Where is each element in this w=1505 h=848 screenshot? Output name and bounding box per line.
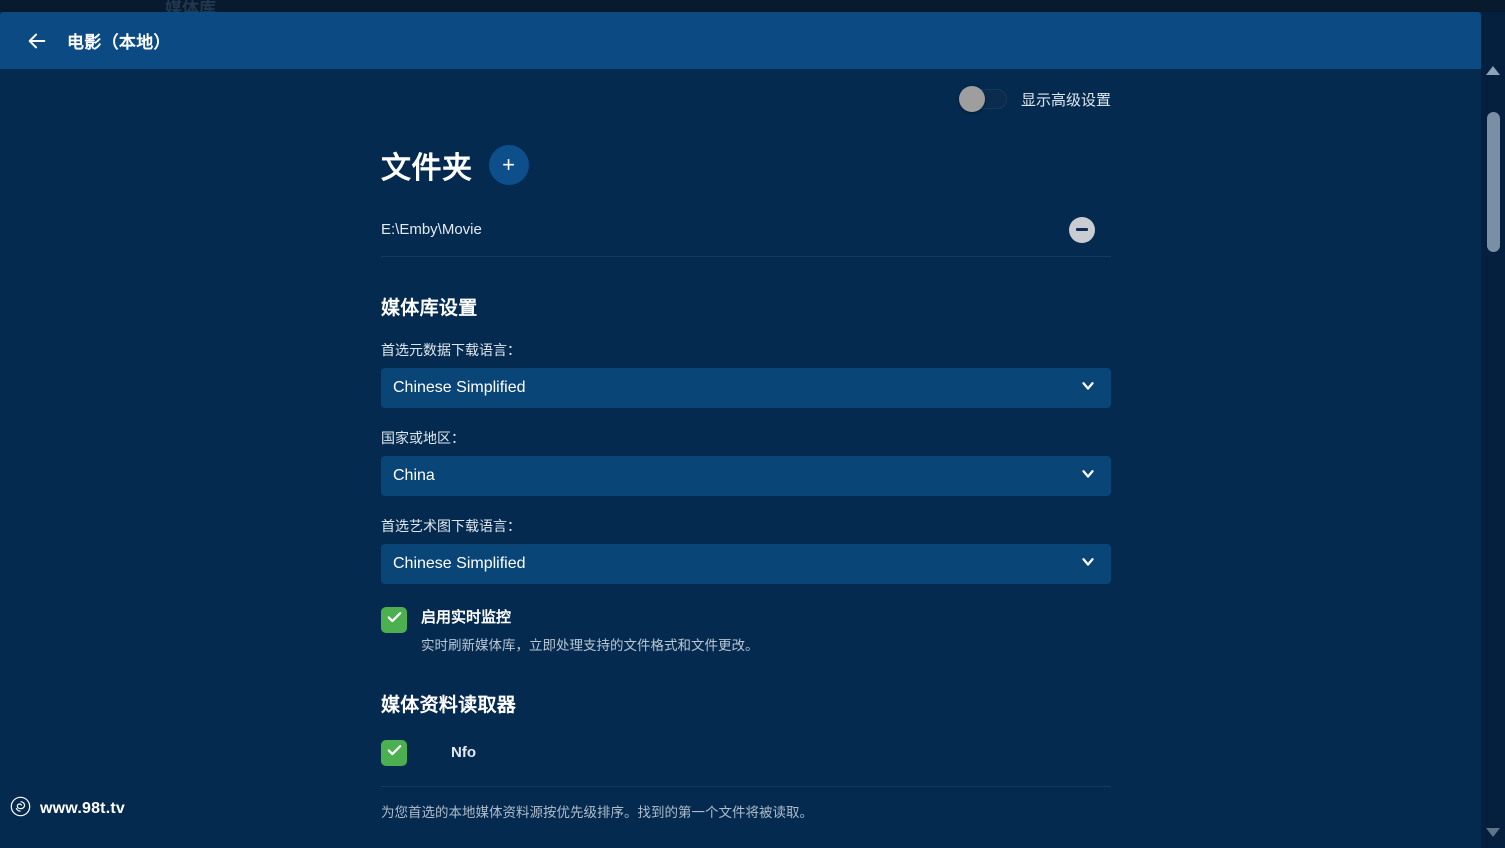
settings-content: 显示高级设置 文件夹 + E:\Emby\Movie 媒体库设置 首选元数据下载… bbox=[0, 69, 1481, 848]
select-value-artwork-language: Chinese Simplified bbox=[393, 555, 526, 572]
field-label-country: 国家或地区： bbox=[381, 430, 465, 446]
vertical-scrollbar[interactable] bbox=[1481, 12, 1505, 848]
field-artwork-language: 首选艺术图下载语言： Chinese Simplified bbox=[381, 516, 1111, 584]
chevron-down-icon bbox=[1079, 377, 1097, 400]
chevron-down-icon bbox=[1079, 553, 1097, 576]
check-icon bbox=[386, 609, 403, 631]
minus-icon bbox=[1076, 228, 1088, 231]
field-label-artwork-language: 首选艺术图下载语言： bbox=[381, 518, 521, 534]
advanced-settings-row: 显示高级设置 bbox=[381, 69, 1111, 117]
page-body: 显示高级设置 文件夹 + E:\Emby\Movie 媒体库设置 首选元数据下载… bbox=[0, 69, 1481, 848]
arrow-left-icon bbox=[26, 30, 48, 52]
select-artwork-language[interactable]: Chinese Simplified bbox=[381, 544, 1111, 584]
scrollbar-thumb[interactable] bbox=[1487, 112, 1500, 252]
show-advanced-toggle[interactable] bbox=[958, 86, 1007, 112]
metadata-readers-helper: 为您首选的本地媒体资料源按优先级排序。找到的第一个文件将被读取。 bbox=[381, 805, 813, 820]
app-window: 媒体库 电影（本地） 显示高级设置 文件夹 + E:\Emby\Movie 媒体… bbox=[0, 0, 1505, 848]
field-country: 国家或地区： China bbox=[381, 428, 1111, 496]
folder-path: E:\Emby\Movie bbox=[381, 221, 482, 238]
nfo-checkbox[interactable] bbox=[381, 740, 407, 766]
field-label-metadata-language: 首选元数据下载语言： bbox=[381, 342, 521, 358]
desktop-background-strip: 媒体库 bbox=[0, 0, 1505, 14]
nfo-label: Nfo bbox=[451, 744, 476, 761]
add-folder-button[interactable]: + bbox=[488, 145, 529, 185]
metadata-readers-title: 媒体资料读取器 bbox=[381, 695, 517, 716]
realtime-monitor-description: 实时刷新媒体库，立即处理支持的文件格式和文件更改。 bbox=[421, 638, 759, 653]
toggle-knob bbox=[958, 86, 985, 112]
select-value-country: China bbox=[393, 467, 435, 484]
realtime-monitor-title: 启用实时监控 bbox=[421, 609, 512, 626]
chevron-down-icon bbox=[1079, 465, 1097, 488]
back-button[interactable] bbox=[15, 19, 59, 63]
scroll-down-button[interactable] bbox=[1481, 822, 1505, 844]
caret-down-icon bbox=[1486, 824, 1500, 842]
show-advanced-label: 显示高级设置 bbox=[1020, 91, 1111, 109]
caret-up-icon bbox=[1486, 62, 1500, 80]
folders-title: 文件夹 bbox=[381, 152, 473, 185]
library-settings-title: 媒体库设置 bbox=[381, 298, 478, 319]
check-icon bbox=[386, 742, 403, 764]
realtime-monitor-checkbox[interactable] bbox=[381, 607, 407, 633]
field-metadata-language: 首选元数据下载语言： Chinese Simplified bbox=[381, 340, 1111, 408]
select-value-metadata-language: Chinese Simplified bbox=[393, 379, 526, 396]
page-title: 电影（本地） bbox=[67, 33, 171, 52]
folders-header: 文件夹 + bbox=[381, 143, 1111, 187]
scroll-up-button[interactable] bbox=[1481, 60, 1505, 82]
realtime-monitor-texts: 启用实时监控 实时刷新媒体库，立即处理支持的文件格式和文件更改。 bbox=[421, 606, 759, 654]
metadata-reader-item-nfo[interactable]: Nfo bbox=[381, 739, 1111, 787]
folder-list-item[interactable]: E:\Emby\Movie bbox=[381, 203, 1111, 257]
select-country[interactable]: China bbox=[381, 456, 1111, 496]
remove-folder-button[interactable] bbox=[1069, 216, 1095, 243]
settings-column: 文件夹 + E:\Emby\Movie 媒体库设置 首选元数据下载语言： Chi… bbox=[381, 143, 1111, 848]
page-header: 电影（本地） bbox=[0, 12, 1481, 69]
select-metadata-language[interactable]: Chinese Simplified bbox=[381, 368, 1111, 408]
realtime-monitor-row[interactable]: 启用实时监控 实时刷新媒体库，立即处理支持的文件格式和文件更改。 bbox=[381, 606, 1111, 654]
